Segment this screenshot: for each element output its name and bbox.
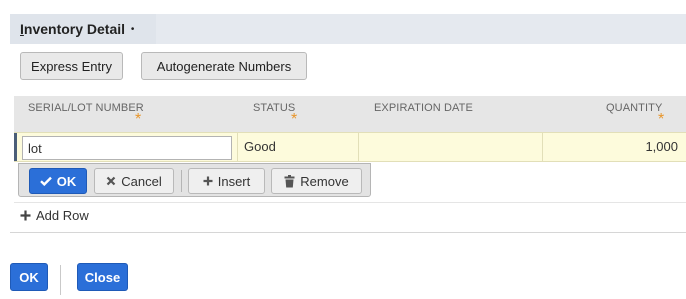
required-marker-status: * xyxy=(291,111,298,128)
footer-close-label: Close xyxy=(84,269,121,285)
cell-divider xyxy=(358,133,359,161)
footer-ok-label: OK xyxy=(19,269,39,285)
required-marker-quantity: * xyxy=(658,111,665,128)
row-insert-button[interactable]: Insert xyxy=(188,168,265,194)
row-remove-label: Remove xyxy=(300,173,349,189)
grid-header: SERIAL/LOT NUMBER * STATUS * EXPIRATION … xyxy=(14,96,686,132)
trash-icon xyxy=(284,174,295,188)
express-entry-label: Express Entry xyxy=(31,58,112,74)
row-insert-label: Insert xyxy=(217,173,251,189)
row-cancel-label: Cancel xyxy=(121,173,162,189)
table-row[interactable]: Good 1,000 xyxy=(14,132,686,162)
row-remove-button[interactable]: Remove xyxy=(271,168,362,194)
footer-divider xyxy=(60,265,61,295)
required-marker-serial-lot: * xyxy=(135,111,142,128)
cell-divider xyxy=(237,133,238,161)
column-header-status: STATUS xyxy=(253,102,296,114)
serial-lot-number-input[interactable] xyxy=(22,136,232,160)
panel-title[interactable]: Inventory Detail • xyxy=(10,14,156,44)
check-icon xyxy=(39,176,52,186)
action-bar-divider xyxy=(181,170,182,192)
express-entry-button[interactable]: Express Entry xyxy=(20,52,123,80)
plus-icon xyxy=(20,210,31,221)
panel-header: Inventory Detail • xyxy=(10,14,686,44)
row-action-bar: OK Cancel Insert Remove xyxy=(18,163,371,197)
footer-ok-button[interactable]: OK xyxy=(10,263,48,291)
quantity-cell[interactable]: 1,000 xyxy=(645,139,678,154)
active-row-indicator xyxy=(14,133,17,161)
footer-close-button[interactable]: Close xyxy=(77,263,128,291)
autogenerate-numbers-button[interactable]: Autogenerate Numbers xyxy=(141,52,307,80)
status-cell[interactable]: Good xyxy=(244,139,276,154)
column-header-serial-lot: SERIAL/LOT NUMBER xyxy=(28,102,144,114)
divider xyxy=(14,202,686,203)
row-ok-button[interactable]: OK xyxy=(29,168,87,194)
plus-icon xyxy=(203,176,213,186)
inventory-detail-panel: Inventory Detail • Express Entry Autogen… xyxy=(10,14,686,233)
x-icon xyxy=(106,176,116,186)
column-header-expiration-date: EXPIRATION DATE xyxy=(374,102,473,114)
column-header-quantity: QUANTITY xyxy=(606,102,663,114)
row-ok-label: OK xyxy=(56,173,77,189)
cell-divider xyxy=(542,133,543,161)
add-row-label: Add Row xyxy=(36,208,89,223)
panel-title-marker: • xyxy=(130,24,135,35)
row-cancel-button[interactable]: Cancel xyxy=(94,168,174,194)
panel-title-text: nventory Detail xyxy=(23,21,126,37)
autogenerate-numbers-label: Autogenerate Numbers xyxy=(156,58,292,74)
add-row-button[interactable]: Add Row xyxy=(20,208,89,223)
